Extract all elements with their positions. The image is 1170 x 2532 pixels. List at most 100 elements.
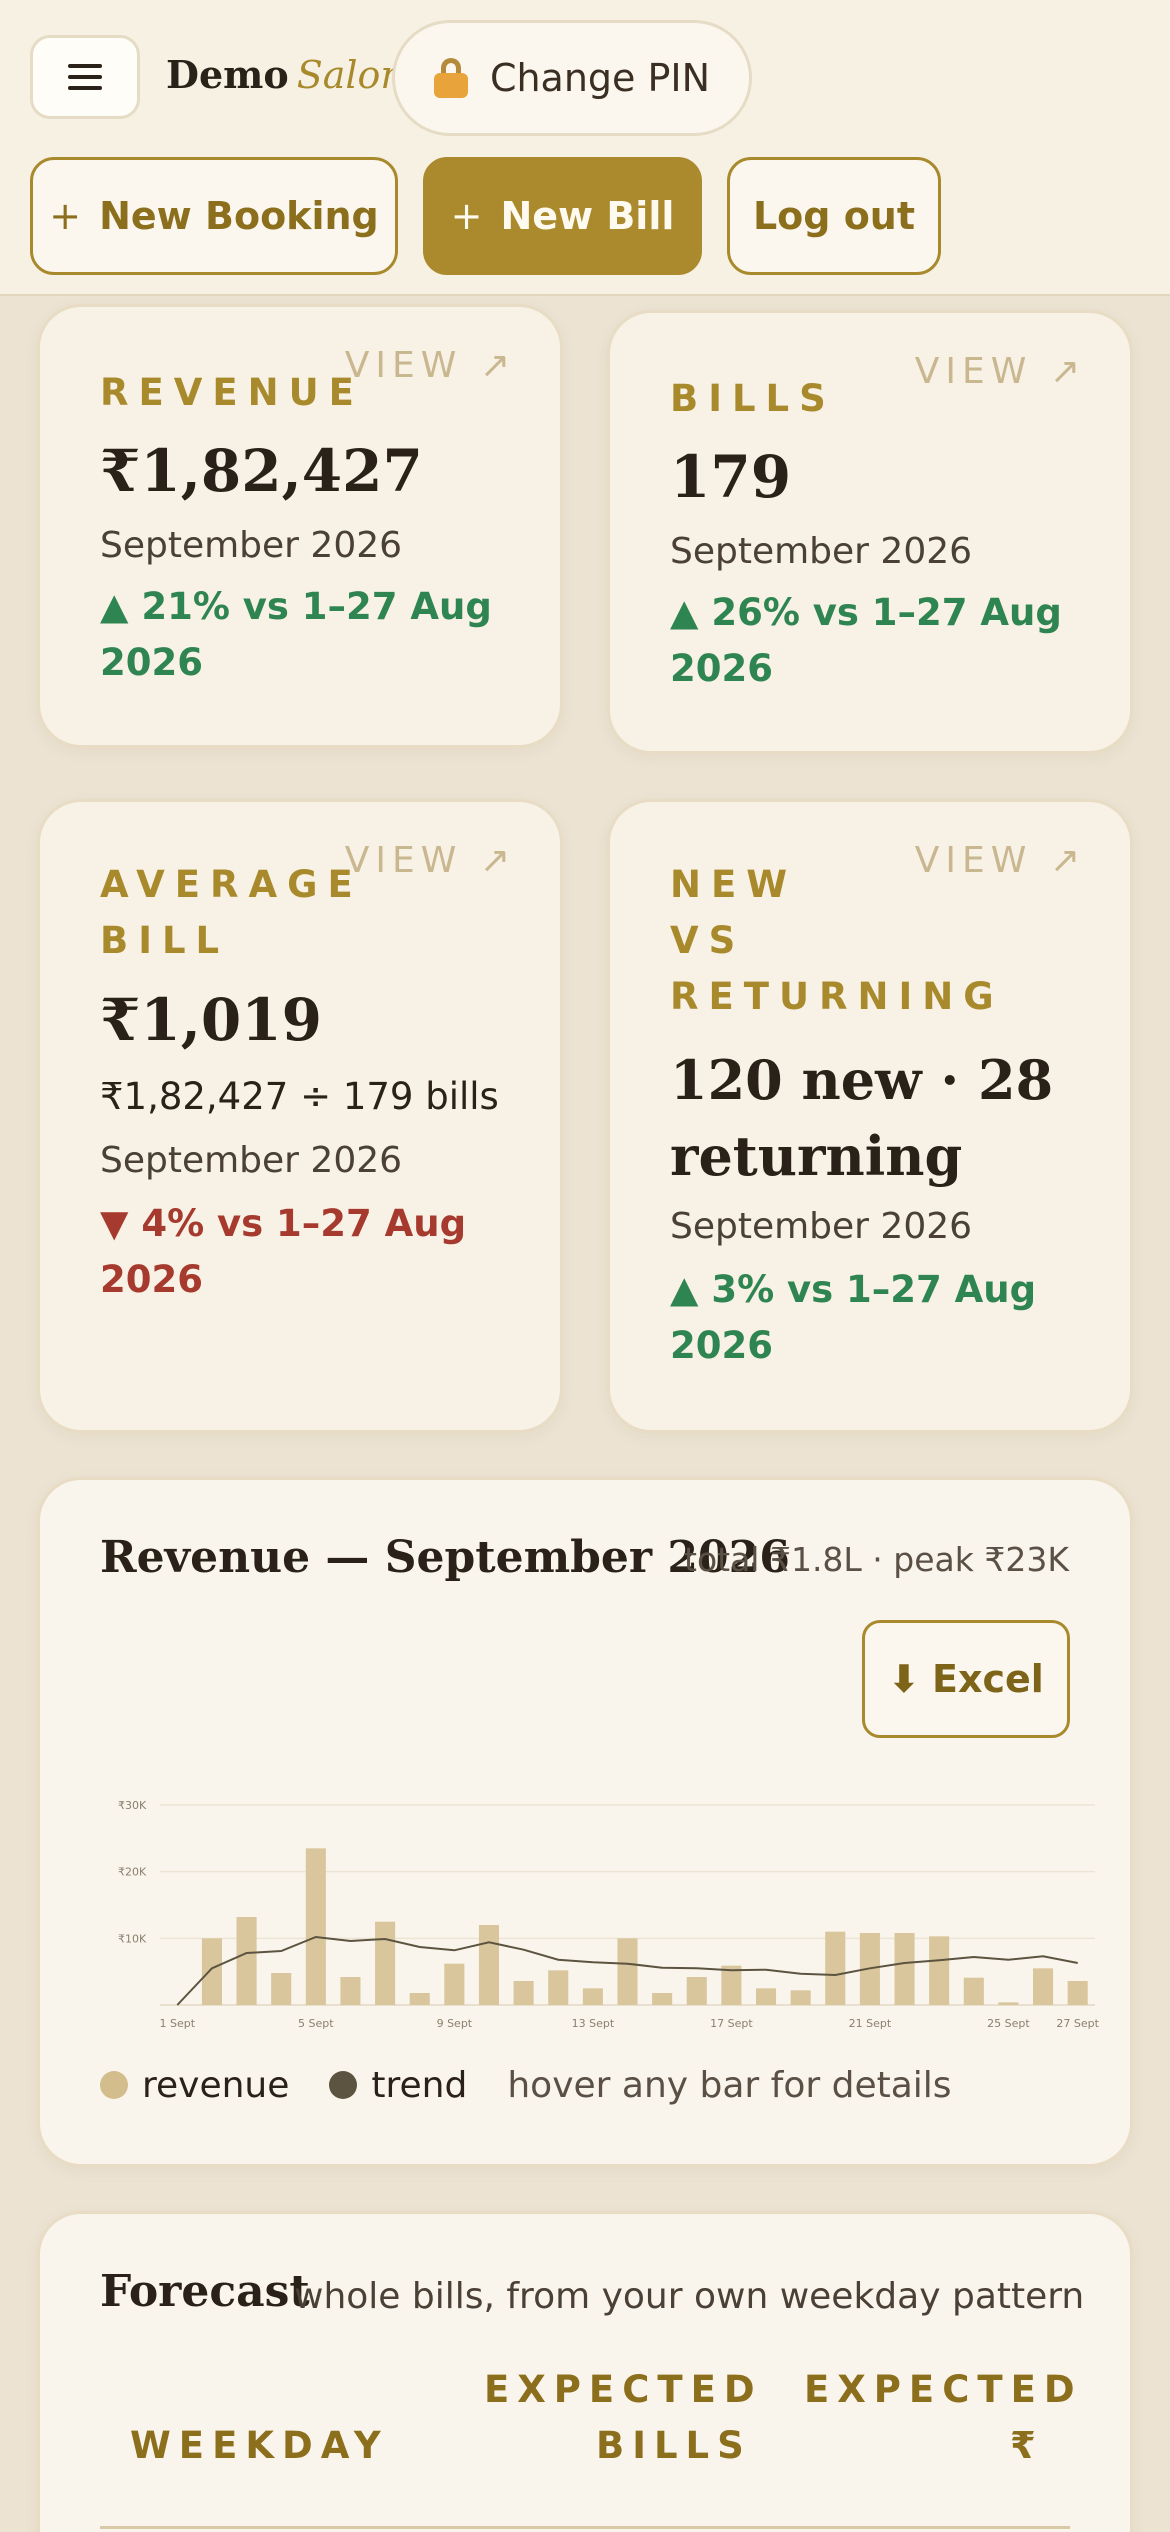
new-vs-returning-period: September 2026 [670, 1206, 973, 1247]
forecast-title: Forecast [100, 2266, 310, 2317]
revenue-view-link[interactable]: VIEW ↗ [345, 345, 516, 386]
chart-x-tick-label: 27 Sept [1056, 2017, 1099, 2030]
chart-bar [929, 1936, 950, 2005]
lock-icon [433, 58, 468, 98]
bills-label: BILLS [670, 377, 836, 420]
excel-label: Excel [932, 1657, 1044, 1701]
chart-y-tick-label: ₹30K [118, 1799, 147, 1812]
chart-meta: total ₹1.8L · peak ₹23K [684, 1540, 1069, 1579]
average-bill-calc: ₹1,82,427 ÷ 179 bills [100, 1075, 499, 1118]
new-vs-returning-label-2: VS [670, 919, 746, 962]
chart-bar [444, 1963, 465, 2005]
average-bill-label-2: BILL [100, 919, 230, 962]
new-bill-button[interactable]: + New Bill [423, 157, 702, 275]
revenue-chart: ₹10K ₹20K ₹30K 1 Sept 5 Sept 9 Sept 13 Sept 17 … [118, 1799, 1100, 2030]
bills-value: 179 [670, 443, 792, 511]
logout-label: Log out [752, 194, 916, 238]
legend-revenue-swatch [100, 2071, 128, 2099]
chart-bar [340, 1977, 361, 2005]
chart-bar [513, 1981, 534, 2005]
chart-bar [1067, 1981, 1088, 2005]
average-bill-view-link[interactable]: VIEW ↗ [345, 840, 516, 881]
new-vs-returning-card[interactable]: VIEW ↗ NEW VS RETURNING 120 new · 28 ret… [607, 799, 1133, 1433]
chart-bar [478, 1925, 500, 2005]
chart-bar [721, 1965, 742, 2005]
chart-bar [790, 1990, 811, 2005]
forecast-subtitle: whole bills, from your own weekday patte… [294, 2276, 1085, 2317]
new-vs-returning-value-2: returning [670, 1124, 963, 1188]
forecast-col-bills-1: EXPECTED [484, 2368, 763, 2411]
chart-bar [652, 1993, 673, 2005]
chart-bar [305, 1848, 326, 2005]
forecast-col-weekday: WEEKDAY [130, 2424, 389, 2467]
revenue-card[interactable]: VIEW ↗ REVENUE ₹1,82,427 September 2026 … [37, 304, 563, 748]
chart-bar [271, 1973, 292, 2005]
bills-change: ▲ 26% vs 1–27 Aug 2026 [670, 591, 1062, 690]
new-vs-returning-value-1: 120 new · 28 [670, 1048, 1054, 1112]
chart-bar [617, 1938, 638, 2005]
chart-bar [686, 1977, 707, 2005]
brand-name: Demo Salon [166, 52, 405, 112]
new-vs-returning-change: ▲ 3% vs 1–27 Aug 2026 [670, 1268, 1037, 1367]
legend-trend-swatch [329, 2071, 358, 2099]
chart-bar [755, 1988, 777, 2005]
chart-bar [1033, 1968, 1054, 2005]
chart-legend: revenue trend hover any bar for details [100, 2060, 952, 2110]
chart-bar [825, 1931, 846, 2005]
chart-x-tick-label: 1 Sept [160, 2017, 196, 2030]
top-bar: Demo Salon Change PIN + New Booking + New B… [0, 0, 1170, 296]
chart-bar [894, 1933, 915, 2005]
new-vs-returning-label-3: RETURNING [670, 975, 1004, 1018]
brand-accent: Salon [296, 53, 405, 97]
chart-x-tick-label: 17 Sept [710, 2017, 753, 2030]
chart-bar [963, 1977, 984, 2005]
revenue-change: ▲ 21% vs 1–27 Aug 2026 [100, 585, 492, 684]
plus-icon: + [450, 194, 483, 238]
legend-trend: trend [329, 2065, 467, 2106]
revenue-period: September 2026 [100, 525, 403, 566]
chart-x-tick-label: 5 Sept [298, 2017, 334, 2030]
legend-revenue-label: revenue [142, 2064, 290, 2106]
logout-button[interactable]: Log out [727, 157, 941, 275]
brand-primary: Demo [166, 52, 289, 97]
chart-hint: hover any bar for details [507, 2064, 952, 2106]
forecast-header-rule [100, 2526, 1070, 2529]
legend-revenue: revenue [100, 2065, 289, 2106]
new-booking-button[interactable]: + New Booking [30, 157, 398, 275]
new-booking-label: New Booking [99, 194, 379, 238]
legend-trend-label: trend [371, 2064, 468, 2106]
chart-bar [409, 1993, 430, 2005]
chart-bar [582, 1988, 603, 2005]
new-bill-label: New Bill [500, 194, 675, 238]
chart-bar [548, 1970, 569, 2005]
forecast-col-bills-2: BILLS [596, 2424, 752, 2467]
download-icon: ⬇ [888, 1657, 921, 1701]
average-bill-label-1: AVERAGE [100, 863, 363, 906]
chart-x-tick-label: 25 Sept [987, 2017, 1030, 2030]
forecast-col-amount-1: EXPECTED [804, 2368, 1083, 2411]
bills-period: September 2026 [670, 531, 973, 572]
chart-x-tick-label: 13 Sept [572, 2017, 615, 2030]
chart-bar [236, 1917, 257, 2005]
average-bill-value: ₹1,019 [100, 986, 322, 1054]
forecast-card: Forecast whole bills, from your own week… [37, 2211, 1133, 2532]
chart-x-tick-label: 21 Sept [849, 2017, 892, 2030]
average-bill-change: ▼ 4% vs 1–27 Aug 2026 [100, 1202, 467, 1301]
bills-card[interactable]: VIEW ↗ BILLS 179 September 2026 ▲ 26% vs… [607, 310, 1133, 754]
hamburger-icon [68, 64, 102, 90]
new-vs-returning-view-link[interactable]: VIEW ↗ [915, 840, 1086, 881]
chart-bar [201, 1938, 222, 2005]
change-pin-button[interactable]: Change PIN [392, 20, 752, 136]
bills-view-link[interactable]: VIEW ↗ [915, 351, 1086, 392]
chart-y-tick-label: ₹10K [118, 1932, 147, 1945]
excel-download-button[interactable]: ⬇ Excel [862, 1620, 1070, 1738]
chart-y-tick-label: ₹20K [118, 1866, 147, 1879]
chart-x-tick-label: 9 Sept [437, 2017, 473, 2030]
average-bill-period: September 2026 [100, 1140, 403, 1181]
forecast-col-amount-2: ₹ [1010, 2424, 1036, 2467]
change-pin-label: Change PIN [489, 56, 711, 100]
menu-button[interactable] [30, 35, 140, 119]
average-bill-card[interactable]: VIEW ↗ AVERAGE BILL ₹1,019 ₹1,82,427 ÷ 1… [37, 799, 563, 1433]
new-vs-returning-label-1: NEW [670, 863, 798, 906]
revenue-label: REVENUE [100, 371, 364, 414]
